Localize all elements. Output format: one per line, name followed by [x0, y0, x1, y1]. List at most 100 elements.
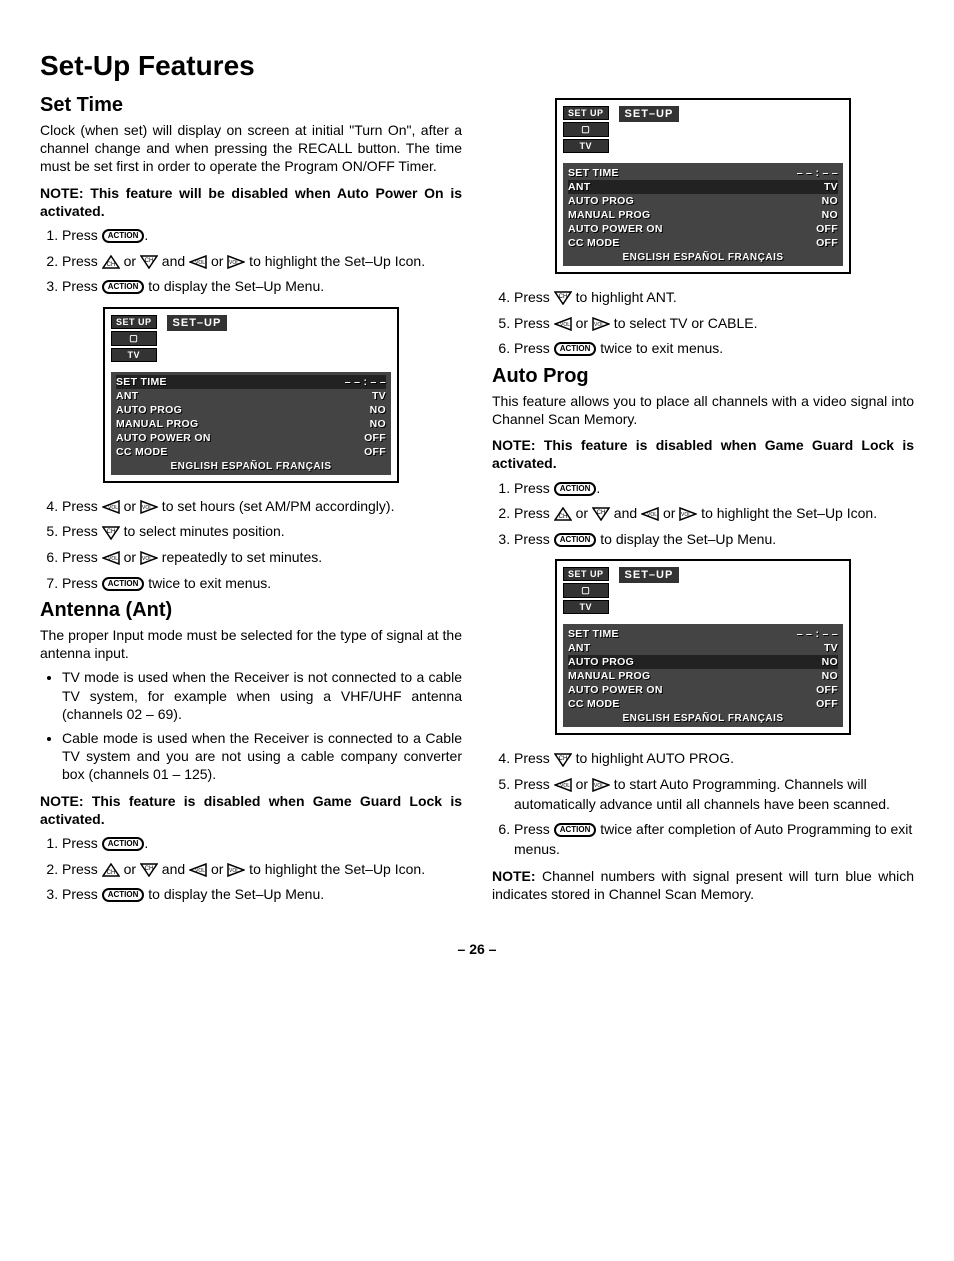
antenna-steps-2: Press CH to highlight ANT. Press VOL or … [492, 288, 914, 359]
vol-right-icon: VOL [140, 551, 158, 565]
list-item: Press CH or CH and VOL or VOL to highlig… [62, 252, 462, 272]
list-item: Press ACTION. [62, 834, 462, 854]
ch-up-icon: CH [102, 255, 120, 269]
svg-text:CH: CH [558, 514, 567, 520]
vol-left-icon: VOL [102, 500, 120, 514]
vol-left-icon: VOL [189, 863, 207, 877]
svg-text:VOL: VOL [108, 505, 118, 511]
vol-right-icon: VOL [592, 317, 610, 331]
set-time-heading: Set Time [40, 94, 462, 117]
svg-text:CH: CH [145, 866, 154, 872]
svg-text:VOL: VOL [195, 260, 205, 266]
vol-right-icon: VOL [140, 500, 158, 514]
two-column-layout: Set Time Clock (when set) will display o… [40, 88, 914, 911]
svg-text:VOL: VOL [142, 505, 152, 511]
svg-text:CH: CH [597, 510, 606, 516]
right-column: SET UP ▢ TV SET–UP SET TIME– – : – – ANT… [492, 88, 914, 911]
setup-menu-screenshot: SET UP ▢ TV SET–UP SET TIME– – : – – ANT… [555, 559, 851, 735]
vol-left-icon: VOL [554, 778, 572, 792]
list-item: Press CH to highlight ANT. [514, 288, 914, 308]
action-button-icon: ACTION [102, 837, 145, 851]
svg-text:VOL: VOL [681, 512, 691, 518]
antenna-heading: Antenna (Ant) [40, 599, 462, 622]
svg-text:CH: CH [145, 258, 154, 264]
antenna-intro: The proper Input mode must be selected f… [40, 626, 462, 662]
list-item: Press CH to select minutes position. [62, 522, 462, 542]
action-button-icon: ACTION [554, 482, 597, 496]
list-item: TV mode is used when the Receiver is not… [62, 668, 462, 723]
vol-left-icon: VOL [102, 551, 120, 565]
list-item: Press ACTION to display the Set–Up Menu. [62, 885, 462, 905]
svg-text:VOL: VOL [560, 322, 570, 328]
vol-left-icon: VOL [189, 255, 207, 269]
vol-left-icon: VOL [641, 507, 659, 521]
svg-text:CH: CH [106, 529, 115, 535]
antenna-steps-1: Press ACTION. Press CH or CH and VOL or … [40, 834, 462, 905]
page-title: Set-Up Features [40, 50, 914, 82]
autoprog-note2: NOTE: Channel numbers with signal presen… [492, 867, 914, 903]
ch-down-icon: CH [554, 291, 572, 305]
list-item: Press ACTION to display the Set–Up Menu. [514, 530, 914, 550]
action-button-icon: ACTION [102, 229, 145, 243]
set-time-steps-2: Press VOL or VOL to set hours (set AM/PM… [40, 497, 462, 593]
autoprog-steps-1: Press ACTION. Press CH or CH and VOL or … [492, 479, 914, 550]
list-item: Press ACTION. [62, 226, 462, 246]
autoprog-note: NOTE: This feature is disabled when Game… [492, 436, 914, 472]
ch-down-icon: CH [140, 863, 158, 877]
svg-text:VOL: VOL [108, 556, 118, 562]
ch-up-icon: CH [102, 863, 120, 877]
list-item: Press ACTION twice to exit menus. [62, 574, 462, 594]
svg-text:VOL: VOL [594, 322, 604, 328]
list-item: Press CH or CH and VOL or VOL to highlig… [62, 860, 462, 880]
ch-down-icon: CH [140, 255, 158, 269]
list-item: Press ACTION twice after completion of A… [514, 820, 914, 859]
autoprog-heading: Auto Prog [492, 365, 914, 388]
svg-text:CH: CH [106, 262, 115, 268]
list-item: Press ACTION twice to exit menus. [514, 339, 914, 359]
ch-down-icon: CH [554, 753, 572, 767]
svg-text:VOL: VOL [229, 868, 239, 874]
action-button-icon: ACTION [554, 533, 597, 547]
set-time-intro: Clock (when set) will display on screen … [40, 121, 462, 176]
list-item: Press VOL or VOL repeatedly to set minut… [62, 548, 462, 568]
ch-down-icon: CH [592, 507, 610, 521]
vol-left-icon: VOL [554, 317, 572, 331]
svg-text:VOL: VOL [647, 512, 657, 518]
list-item: Press VOL or VOL to set hours (set AM/PM… [62, 497, 462, 517]
vol-right-icon: VOL [227, 255, 245, 269]
ch-down-icon: CH [102, 526, 120, 540]
action-button-icon: ACTION [102, 888, 145, 902]
ch-up-icon: CH [554, 507, 572, 521]
action-button-icon: ACTION [102, 280, 145, 294]
vol-right-icon: VOL [679, 507, 697, 521]
set-time-steps-1: Press ACTION. Press CH or CH and VOL or … [40, 226, 462, 297]
list-item: Press CH to highlight AUTO PROG. [514, 749, 914, 769]
setup-menu-screenshot: SET UP ▢ TV SET–UP SET TIME– – : – – ANT… [555, 98, 851, 274]
set-time-note: NOTE: This feature will be disabled when… [40, 184, 462, 220]
antenna-note: NOTE: This feature is disabled when Game… [40, 792, 462, 828]
svg-text:VOL: VOL [594, 783, 604, 789]
list-item: Press ACTION. [514, 479, 914, 499]
page-number: – 26 – [40, 941, 914, 957]
svg-text:CH: CH [106, 870, 115, 876]
action-button-icon: ACTION [102, 577, 145, 591]
vol-right-icon: VOL [227, 863, 245, 877]
action-button-icon: ACTION [554, 823, 597, 837]
svg-text:CH: CH [558, 756, 567, 762]
vol-right-icon: VOL [592, 778, 610, 792]
svg-text:VOL: VOL [195, 868, 205, 874]
autoprog-steps-2: Press CH to highlight AUTO PROG. Press V… [492, 749, 914, 859]
autoprog-intro: This feature allows you to place all cha… [492, 392, 914, 428]
svg-text:VOL: VOL [229, 260, 239, 266]
left-column: Set Time Clock (when set) will display o… [40, 88, 462, 911]
list-item: Press CH or CH and VOL or VOL to highlig… [514, 504, 914, 524]
action-button-icon: ACTION [554, 342, 597, 356]
list-item: Cable mode is used when the Receiver is … [62, 729, 462, 784]
svg-text:VOL: VOL [142, 556, 152, 562]
list-item: Press VOL or VOL to select TV or CABLE. [514, 314, 914, 334]
antenna-bullets: TV mode is used when the Receiver is not… [40, 668, 462, 783]
svg-text:CH: CH [558, 294, 567, 300]
setup-menu-screenshot: SET UP ▢ TV SET–UP SET TIME– – : – – ANT… [103, 307, 399, 483]
svg-text:VOL: VOL [560, 783, 570, 789]
list-item: Press ACTION to display the Set–Up Menu. [62, 277, 462, 297]
